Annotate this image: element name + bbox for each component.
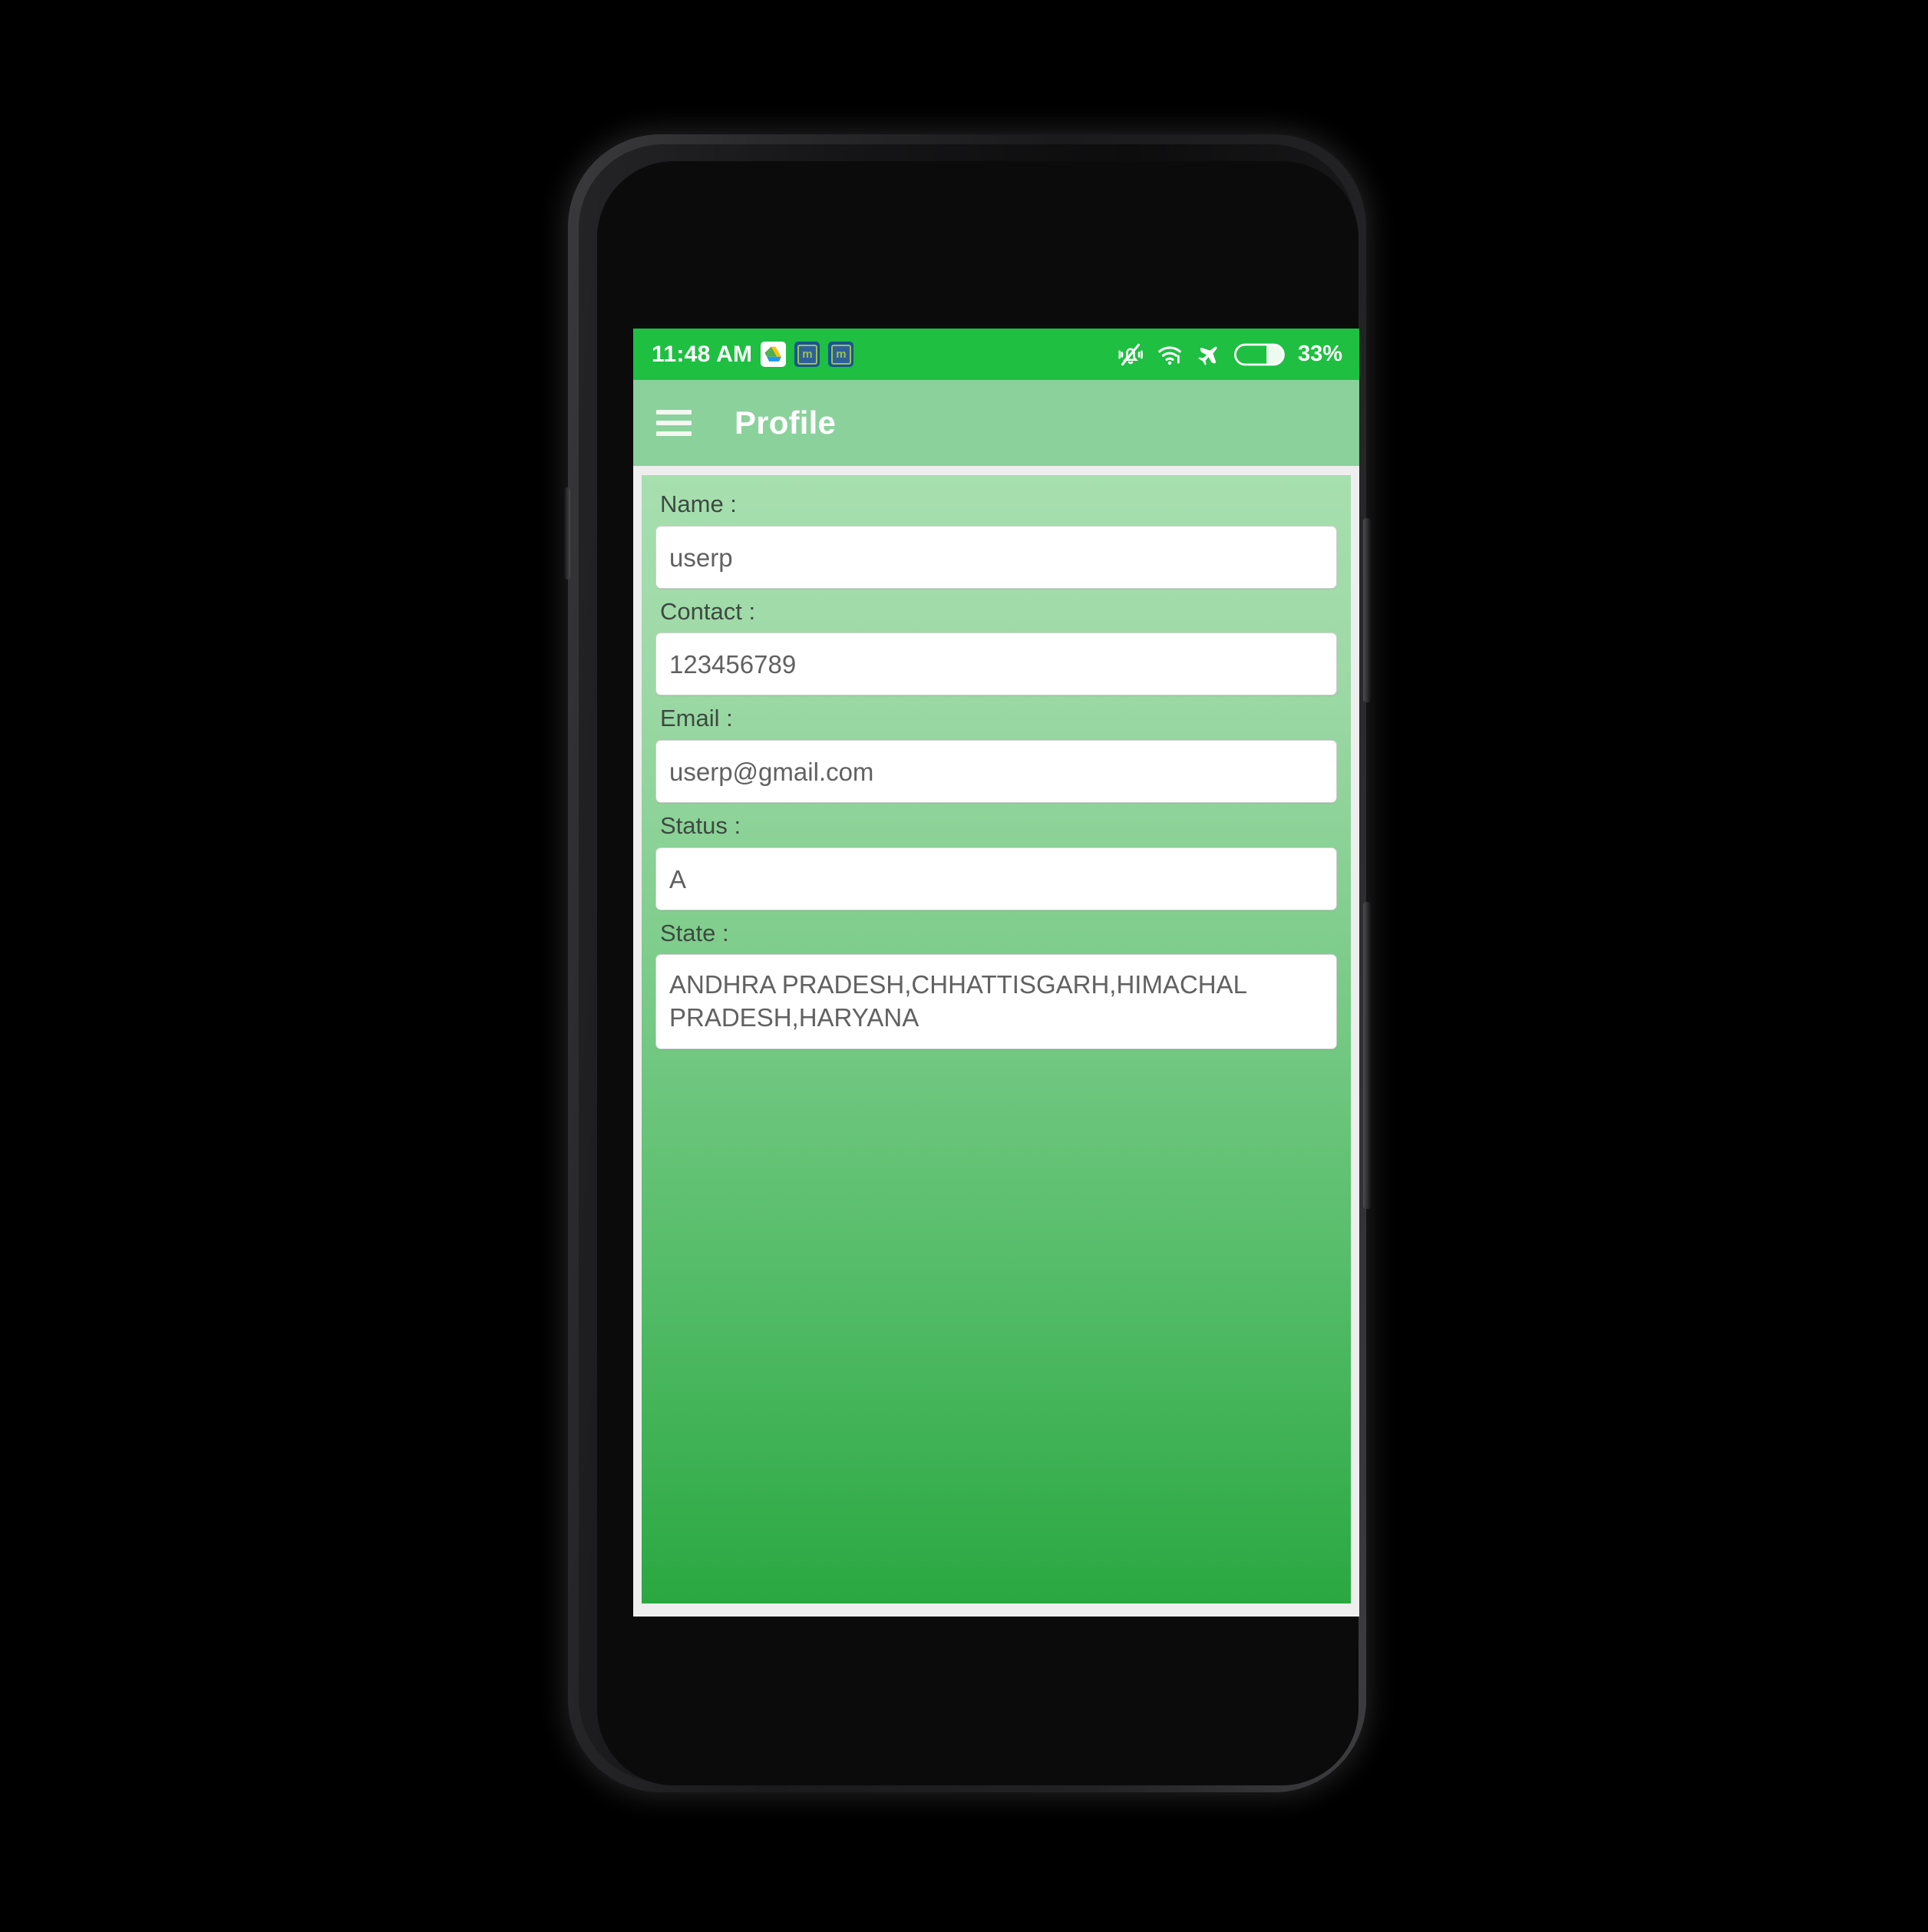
hamburger-bar-1 (656, 410, 692, 414)
status-bar-left: 11:48 AM m m (652, 341, 854, 368)
profile-form-panel: Name : userp Contact : 123456789 Email :… (642, 475, 1351, 1603)
app-icon-m-2: m (828, 342, 854, 367)
app-icon-m-1: m (794, 342, 820, 367)
field-group-state: State : ANDHRA PRADESH,CHHATTISGARH,HIMA… (655, 920, 1337, 1050)
page-title: Profile (735, 405, 837, 441)
field-group-status: Status : A (655, 812, 1337, 910)
airplane-mode-icon (1198, 346, 1217, 365)
vibrate-off-icon (1118, 343, 1143, 365)
power-button[interactable] (1363, 518, 1371, 702)
email-label: Email : (660, 705, 733, 732)
contact-input[interactable]: 123456789 (655, 632, 1337, 696)
state-input[interactable]: ANDHRA PRADESH,CHHATTISGARH,HIMACHAL PRA… (655, 954, 1337, 1050)
battery-icon (1233, 343, 1285, 365)
field-group-contact: Contact : 123456789 (655, 598, 1337, 696)
phone-screen: 11:48 AM m m 33% Profile Name: userp Co… (633, 329, 1359, 1617)
app-icon-m-2-label: m (830, 344, 851, 365)
phone-front-face: 11:48 AM m m 33% Profile Name: userp Co… (597, 161, 1359, 1785)
contact-label: Contact : (660, 597, 756, 625)
left-side-button[interactable] (564, 487, 570, 580)
status-bar-right: 33% (1117, 341, 1342, 368)
google-drive-icon (761, 342, 787, 367)
field-group-name: Name : userp (655, 490, 1337, 589)
app-icon-m-1-label: m (797, 344, 817, 365)
hamburger-menu-icon[interactable] (656, 410, 692, 436)
phone-inner-frame: 11:48 AM m m 33% Profile Name: userp Co… (579, 144, 1359, 1785)
status-label: Status : (660, 811, 741, 839)
wifi-icon (1158, 345, 1181, 365)
status-clock: 11:48 AM (652, 341, 753, 367)
email-input[interactable]: userp@gmail.com (655, 739, 1337, 803)
google-drive-glyph (764, 346, 782, 362)
state-label: State : (660, 919, 729, 946)
screen-content-area: Name : userp Contact : 123456789 Email :… (633, 466, 1359, 1617)
status-bar: 11:48 AM m m 33% (633, 329, 1359, 380)
app-bar: Profile (633, 380, 1359, 466)
phone-outer-frame: 11:48 AM m m 33% Profile Name: userp Co… (564, 134, 1371, 1792)
field-group-email: Email : userp@gmail.com (655, 705, 1337, 803)
name-input[interactable]: userp (655, 525, 1337, 589)
phone-device-mockup: 11:48 AM m m 33% Profile Name: userp Co… (564, 134, 1371, 1792)
hamburger-bar-3 (656, 431, 692, 436)
hamburger-bar-2 (656, 421, 692, 425)
name-label: Name : (660, 490, 737, 517)
status-input[interactable]: A (655, 847, 1337, 910)
battery-percent-label: 33% (1297, 342, 1342, 366)
volume-button[interactable] (1363, 902, 1371, 1209)
